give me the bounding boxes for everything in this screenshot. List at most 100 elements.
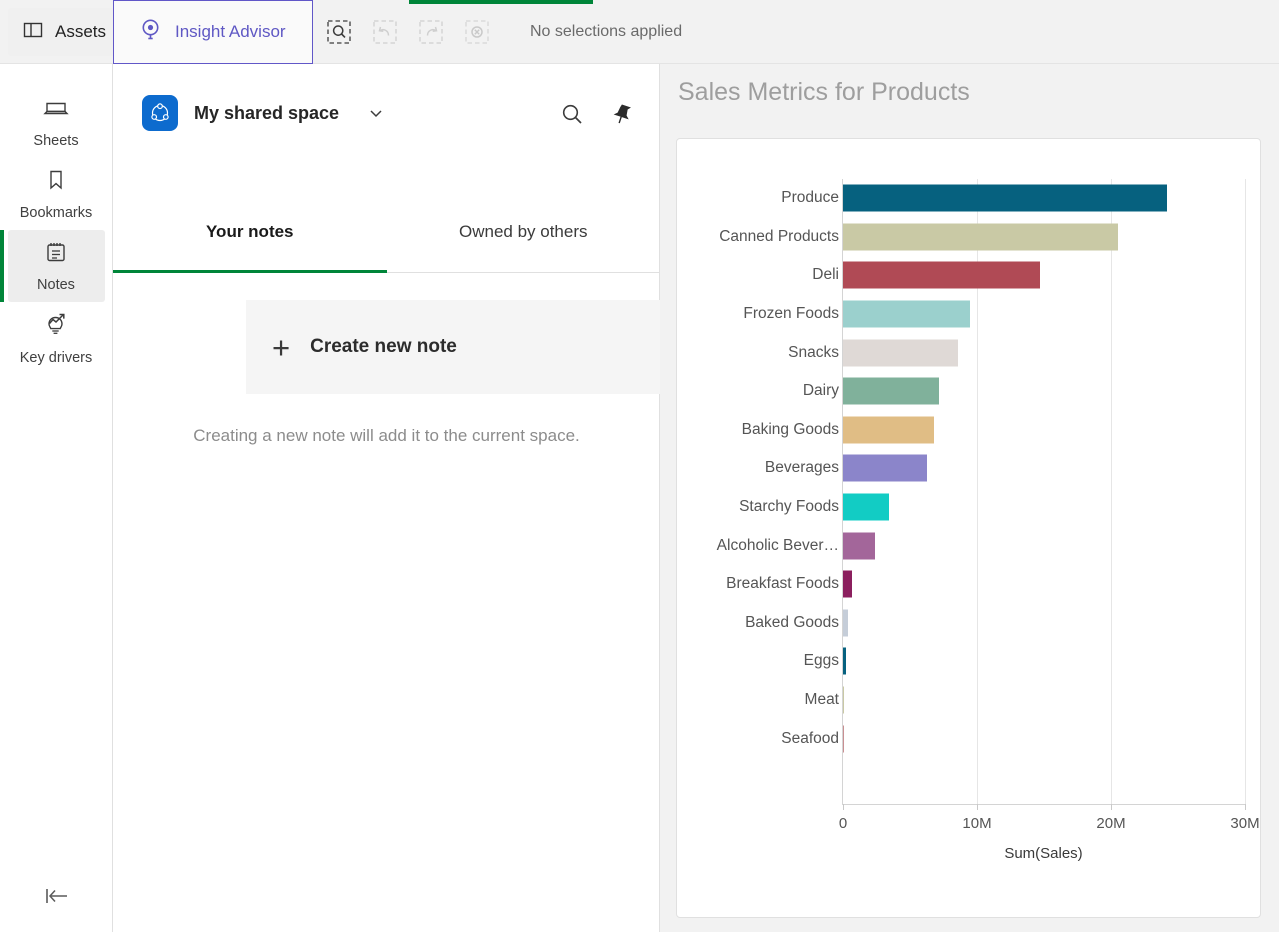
bar-row: Deli	[677, 256, 1262, 295]
bar-category-label[interactable]: Eggs	[804, 652, 839, 670]
top-toolbar: Assets Insight Advisor No selections app…	[0, 0, 1279, 64]
sidebar-item-label: Key drivers	[19, 350, 93, 366]
bar-row: Produce	[677, 179, 1262, 218]
bar[interactable]	[843, 454, 928, 482]
bar-category-label[interactable]: Meat	[805, 691, 839, 709]
x-axis-tick-label: 0	[838, 815, 848, 832]
panel-icon	[22, 19, 44, 46]
plus-icon: +	[272, 329, 291, 365]
bar[interactable]	[843, 300, 971, 328]
bar-row: Frozen Foods	[677, 295, 1262, 334]
bar[interactable]	[843, 493, 889, 521]
bar-category-label[interactable]: Dairy	[803, 382, 839, 400]
x-axis-tick-label: 30M	[1230, 815, 1260, 832]
chart-card[interactable]: Sum(Sales) 0 10M 20M 30M Produce Canned Produ…	[676, 138, 1261, 918]
bar-category-label[interactable]: Starchy Foods	[739, 498, 839, 516]
insight-advisor-tab-label: Insight Advisor	[175, 22, 286, 41]
bookmark-icon	[43, 167, 69, 198]
tab-your-notes[interactable]: Your notes	[113, 208, 387, 273]
x-axis-tick	[843, 804, 844, 810]
bar-row: Baked Goods	[677, 604, 1262, 643]
insight-advisor-tab[interactable]: Insight Advisor	[113, 0, 313, 64]
space-selector-row: My shared space	[113, 82, 660, 144]
bar-category-label[interactable]: Snacks	[788, 344, 839, 362]
notes-empty-message: Creating a new note will add it to the c…	[193, 426, 580, 445]
left-rail: Sheets Bookmarks Notes Key drivers	[0, 64, 113, 932]
bar-category-label[interactable]: Canned Products	[719, 228, 839, 246]
bar[interactable]	[843, 725, 845, 753]
tab-label: Owned by others	[458, 222, 588, 241]
sidebar-item-key-drivers[interactable]: Key drivers	[8, 302, 105, 374]
bar[interactable]	[843, 223, 1118, 251]
tab-owned-by-others[interactable]: Owned by others	[387, 208, 661, 272]
bar-category-label[interactable]: Frozen Foods	[743, 305, 839, 323]
assets-button[interactable]: Assets	[8, 8, 125, 56]
bar-row: Dairy	[677, 372, 1262, 411]
bar-row: Baking Goods	[677, 411, 1262, 450]
bar-row: Canned Products	[677, 218, 1262, 257]
tab-label: Your notes	[205, 222, 294, 241]
chart-panel: Sales Metrics for Products Sum(Sales) 0 1…	[660, 64, 1279, 932]
bar[interactable]	[843, 686, 845, 714]
notes-tabs: Your notes Owned by others	[113, 208, 660, 273]
x-axis-tick	[1245, 804, 1246, 810]
bar-category-label[interactable]: Baked Goods	[745, 614, 839, 632]
clear-selections-icon[interactable]	[460, 15, 494, 49]
bar[interactable]	[843, 261, 1040, 289]
key-drivers-icon	[42, 310, 70, 343]
qlik-insight-advisor-app: Assets Insight Advisor No selections app…	[0, 0, 1279, 932]
notes-panel-actions	[556, 98, 638, 130]
assets-button-label: Assets	[55, 22, 107, 41]
bar-row: Beverages	[677, 449, 1262, 488]
sidebar-item-label: Notes	[37, 277, 75, 293]
selection-search-icon[interactable]	[322, 15, 356, 49]
collapse-left-icon[interactable]	[0, 874, 113, 918]
x-axis-tick	[1111, 804, 1112, 810]
x-axis-tick-label: 10M	[962, 815, 992, 832]
bar-category-label[interactable]: Deli	[812, 266, 839, 284]
chevron-down-icon[interactable]	[367, 104, 385, 122]
bar[interactable]	[843, 532, 876, 560]
bar-category-label[interactable]: Beverages	[765, 459, 839, 477]
x-axis-line	[842, 804, 1245, 805]
sidebar-item-label: Bookmarks	[19, 205, 93, 221]
bar-row: Seafood	[677, 719, 1262, 758]
bar-chart-plot: Sum(Sales) 0 10M 20M 30M Produce Canned Produ…	[677, 139, 1262, 919]
bar[interactable]	[843, 339, 959, 367]
insight-advisor-icon	[138, 17, 163, 47]
bar-category-label[interactable]: Alcoholic Bever…	[717, 537, 839, 555]
bar-row: Meat	[677, 681, 1262, 720]
x-axis-tick	[977, 804, 978, 810]
bar[interactable]	[843, 377, 940, 405]
bar-category-label[interactable]: Breakfast Foods	[726, 575, 839, 593]
sidebar-item-label: Sheets	[33, 133, 79, 149]
bar-row: Snacks	[677, 333, 1262, 372]
selection-status-text: No selections applied	[530, 23, 683, 40]
space-name-label: My shared space	[194, 102, 340, 123]
selection-toolbar	[322, 0, 494, 64]
bar-row: Alcoholic Bever…	[677, 526, 1262, 565]
sheets-icon	[43, 95, 69, 126]
bar-category-label[interactable]: Produce	[781, 189, 839, 207]
bar-row: Eggs	[677, 642, 1262, 681]
notes-panel: My shared space Your notes Owned by othe…	[113, 64, 760, 932]
bar[interactable]	[843, 609, 848, 637]
sidebar-item-bookmarks[interactable]: Bookmarks	[8, 158, 105, 230]
create-new-note-label: Create new note	[310, 336, 457, 357]
bar[interactable]	[843, 647, 846, 675]
bar[interactable]	[843, 184, 1168, 212]
bar-category-label[interactable]: Baking Goods	[742, 421, 839, 439]
page-title: Sales Metrics for Products	[678, 78, 970, 106]
notes-icon	[43, 239, 69, 270]
pin-icon[interactable]	[606, 98, 638, 130]
bar-category-label[interactable]: Seafood	[781, 730, 839, 748]
bar[interactable]	[843, 416, 935, 444]
search-icon[interactable]	[556, 98, 588, 130]
sidebar-item-sheets[interactable]: Sheets	[8, 86, 105, 158]
bar[interactable]	[843, 570, 853, 598]
sidebar-item-notes[interactable]: Notes	[0, 230, 105, 302]
undo-icon[interactable]	[368, 15, 402, 49]
bar-row: Starchy Foods	[677, 488, 1262, 527]
shared-space-icon	[142, 95, 178, 131]
redo-icon[interactable]	[414, 15, 448, 49]
